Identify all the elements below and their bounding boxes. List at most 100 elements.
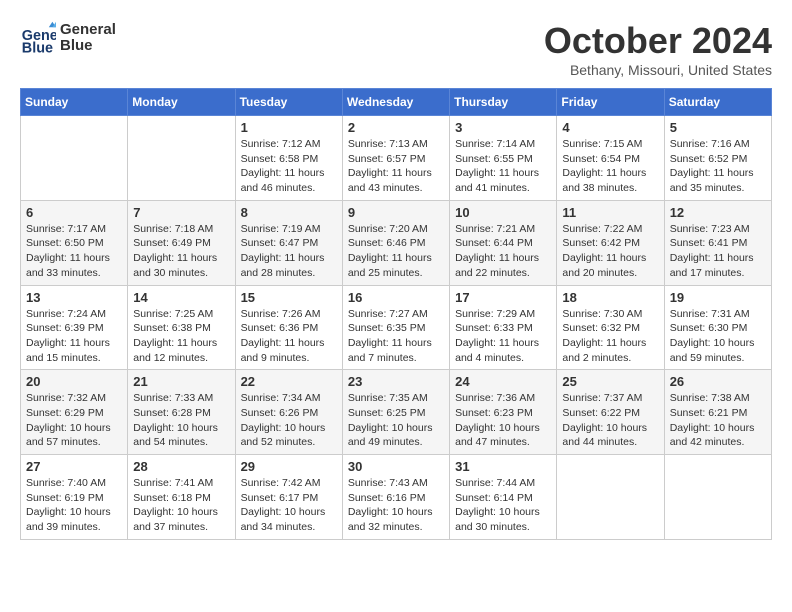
logo-line1: General bbox=[60, 22, 116, 39]
day-number: 9 bbox=[348, 205, 444, 220]
day-number: 27 bbox=[26, 459, 122, 474]
calendar-cell: 3 Sunrise: 7:14 AMSunset: 6:55 PMDaylight… bbox=[450, 116, 557, 201]
day-number: 1 bbox=[241, 120, 337, 135]
day-info: Sunrise: 7:20 AMSunset: 6:46 PMDaylight:… bbox=[348, 222, 444, 281]
calendar-table: SundayMondayTuesdayWednesdayThursdayFrid… bbox=[20, 88, 772, 540]
weekday-header: Wednesday bbox=[342, 89, 449, 116]
day-info: Sunrise: 7:35 AMSunset: 6:25 PMDaylight:… bbox=[348, 391, 444, 450]
calendar-cell: 11 Sunrise: 7:22 AMSunset: 6:42 PMDayligh… bbox=[557, 200, 664, 285]
day-number: 12 bbox=[670, 205, 766, 220]
day-number: 14 bbox=[133, 290, 229, 305]
calendar-cell: 2 Sunrise: 7:13 AMSunset: 6:57 PMDaylight… bbox=[342, 116, 449, 201]
day-info: Sunrise: 7:14 AMSunset: 6:55 PMDaylight:… bbox=[455, 137, 551, 196]
day-number: 16 bbox=[348, 290, 444, 305]
calendar-cell bbox=[128, 116, 235, 201]
calendar-cell: 4 Sunrise: 7:15 AMSunset: 6:54 PMDaylight… bbox=[557, 116, 664, 201]
calendar-cell: 10 Sunrise: 7:21 AMSunset: 6:44 PMDayligh… bbox=[450, 200, 557, 285]
day-info: Sunrise: 7:40 AMSunset: 6:19 PMDaylight:… bbox=[26, 476, 122, 535]
calendar-cell: 5 Sunrise: 7:16 AMSunset: 6:52 PMDaylight… bbox=[664, 116, 771, 201]
day-info: Sunrise: 7:24 AMSunset: 6:39 PMDaylight:… bbox=[26, 307, 122, 366]
page-header: General Blue General Blue October 2024 B… bbox=[20, 20, 772, 78]
calendar-week-row: 1 Sunrise: 7:12 AMSunset: 6:58 PMDaylight… bbox=[21, 116, 772, 201]
day-number: 15 bbox=[241, 290, 337, 305]
calendar-cell: 12 Sunrise: 7:23 AMSunset: 6:41 PMDayligh… bbox=[664, 200, 771, 285]
day-info: Sunrise: 7:25 AMSunset: 6:38 PMDaylight:… bbox=[133, 307, 229, 366]
day-number: 30 bbox=[348, 459, 444, 474]
calendar-cell: 26 Sunrise: 7:38 AMSunset: 6:21 PMDayligh… bbox=[664, 370, 771, 455]
day-number: 21 bbox=[133, 374, 229, 389]
day-info: Sunrise: 7:38 AMSunset: 6:21 PMDaylight:… bbox=[670, 391, 766, 450]
day-number: 8 bbox=[241, 205, 337, 220]
day-number: 6 bbox=[26, 205, 122, 220]
day-number: 29 bbox=[241, 459, 337, 474]
day-info: Sunrise: 7:33 AMSunset: 6:28 PMDaylight:… bbox=[133, 391, 229, 450]
day-info: Sunrise: 7:42 AMSunset: 6:17 PMDaylight:… bbox=[241, 476, 337, 535]
calendar-cell: 22 Sunrise: 7:34 AMSunset: 6:26 PMDayligh… bbox=[235, 370, 342, 455]
day-info: Sunrise: 7:19 AMSunset: 6:47 PMDaylight:… bbox=[241, 222, 337, 281]
calendar-cell: 29 Sunrise: 7:42 AMSunset: 6:17 PMDayligh… bbox=[235, 455, 342, 540]
day-info: Sunrise: 7:26 AMSunset: 6:36 PMDaylight:… bbox=[241, 307, 337, 366]
day-number: 4 bbox=[562, 120, 658, 135]
calendar-cell: 28 Sunrise: 7:41 AMSunset: 6:18 PMDayligh… bbox=[128, 455, 235, 540]
day-number: 3 bbox=[455, 120, 551, 135]
day-number: 26 bbox=[670, 374, 766, 389]
logo-text: General Blue bbox=[60, 22, 116, 55]
day-number: 17 bbox=[455, 290, 551, 305]
day-info: Sunrise: 7:44 AMSunset: 6:14 PMDaylight:… bbox=[455, 476, 551, 535]
day-number: 13 bbox=[26, 290, 122, 305]
day-info: Sunrise: 7:12 AMSunset: 6:58 PMDaylight:… bbox=[241, 137, 337, 196]
day-info: Sunrise: 7:34 AMSunset: 6:26 PMDaylight:… bbox=[241, 391, 337, 450]
calendar-week-row: 6 Sunrise: 7:17 AMSunset: 6:50 PMDaylight… bbox=[21, 200, 772, 285]
day-number: 24 bbox=[455, 374, 551, 389]
day-info: Sunrise: 7:17 AMSunset: 6:50 PMDaylight:… bbox=[26, 222, 122, 281]
calendar-cell: 27 Sunrise: 7:40 AMSunset: 6:19 PMDayligh… bbox=[21, 455, 128, 540]
day-number: 7 bbox=[133, 205, 229, 220]
calendar-cell: 25Sunrise: 7:37 AMSunset: 6:22 PMDayligh… bbox=[557, 370, 664, 455]
day-number: 20 bbox=[26, 374, 122, 389]
weekday-header: Tuesday bbox=[235, 89, 342, 116]
day-number: 11 bbox=[562, 205, 658, 220]
title-block: October 2024 Bethany, Missouri, United S… bbox=[544, 20, 772, 78]
day-info: Sunrise: 7:13 AMSunset: 6:57 PMDaylight:… bbox=[348, 137, 444, 196]
calendar-cell: 17 Sunrise: 7:29 AMSunset: 6:33 PMDayligh… bbox=[450, 285, 557, 370]
location: Bethany, Missouri, United States bbox=[544, 62, 772, 78]
day-info: Sunrise: 7:21 AMSunset: 6:44 PMDaylight:… bbox=[455, 222, 551, 281]
calendar-cell bbox=[664, 455, 771, 540]
day-number: 2 bbox=[348, 120, 444, 135]
day-number: 23 bbox=[348, 374, 444, 389]
day-info: Sunrise: 7:43 AMSunset: 6:16 PMDaylight:… bbox=[348, 476, 444, 535]
day-number: 5 bbox=[670, 120, 766, 135]
logo: General Blue General Blue bbox=[20, 20, 116, 56]
month-title: October 2024 bbox=[544, 20, 772, 62]
calendar-cell: 7 Sunrise: 7:18 AMSunset: 6:49 PMDaylight… bbox=[128, 200, 235, 285]
day-info: Sunrise: 7:15 AMSunset: 6:54 PMDaylight:… bbox=[562, 137, 658, 196]
weekday-header: Sunday bbox=[21, 89, 128, 116]
day-info: Sunrise: 7:41 AMSunset: 6:18 PMDaylight:… bbox=[133, 476, 229, 535]
calendar-cell bbox=[21, 116, 128, 201]
day-number: 31 bbox=[455, 459, 551, 474]
day-info: Sunrise: 7:16 AMSunset: 6:52 PMDaylight:… bbox=[670, 137, 766, 196]
calendar-cell: 8 Sunrise: 7:19 AMSunset: 6:47 PMDaylight… bbox=[235, 200, 342, 285]
calendar-cell: 21 Sunrise: 7:33 AMSunset: 6:28 PMDayligh… bbox=[128, 370, 235, 455]
day-number: 18 bbox=[562, 290, 658, 305]
weekday-header: Thursday bbox=[450, 89, 557, 116]
calendar-cell: 30 Sunrise: 7:43 AMSunset: 6:16 PMDayligh… bbox=[342, 455, 449, 540]
day-number: 28 bbox=[133, 459, 229, 474]
day-info: Sunrise: 7:27 AMSunset: 6:35 PMDaylight:… bbox=[348, 307, 444, 366]
day-number: 19 bbox=[670, 290, 766, 305]
day-info: Sunrise: 7:29 AMSunset: 6:33 PMDaylight:… bbox=[455, 307, 551, 366]
day-info: Sunrise: 7:31 AMSunset: 6:30 PMDaylight:… bbox=[670, 307, 766, 366]
calendar-cell: 6 Sunrise: 7:17 AMSunset: 6:50 PMDaylight… bbox=[21, 200, 128, 285]
weekday-header-row: SundayMondayTuesdayWednesdayThursdayFrid… bbox=[21, 89, 772, 116]
svg-text:Blue: Blue bbox=[22, 40, 53, 56]
calendar-week-row: 20Sunrise: 7:32 AMSunset: 6:29 PMDayligh… bbox=[21, 370, 772, 455]
logo-line2: Blue bbox=[60, 38, 116, 55]
calendar-cell: 19 Sunrise: 7:31 AMSunset: 6:30 PMDayligh… bbox=[664, 285, 771, 370]
day-info: Sunrise: 7:23 AMSunset: 6:41 PMDaylight:… bbox=[670, 222, 766, 281]
day-number: 10 bbox=[455, 205, 551, 220]
calendar-cell: 18Sunrise: 7:30 AMSunset: 6:32 PMDayligh… bbox=[557, 285, 664, 370]
day-info: Sunrise: 7:22 AMSunset: 6:42 PMDaylight:… bbox=[562, 222, 658, 281]
calendar-cell: 13 Sunrise: 7:24 AMSunset: 6:39 PMDayligh… bbox=[21, 285, 128, 370]
day-info: Sunrise: 7:18 AMSunset: 6:49 PMDaylight:… bbox=[133, 222, 229, 281]
day-number: 22 bbox=[241, 374, 337, 389]
